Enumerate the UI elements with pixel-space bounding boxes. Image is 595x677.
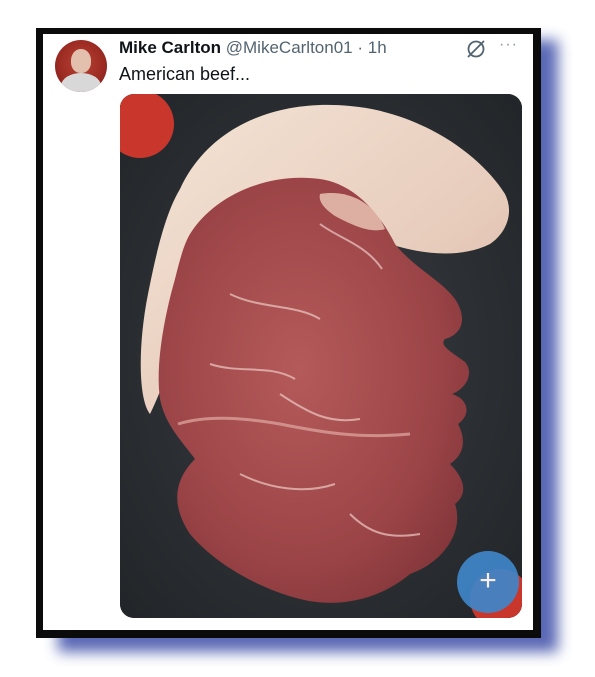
author-handle[interactable]: @MikeCarlton01 <box>226 38 353 57</box>
post-card[interactable]: Mike Carlton @MikeCarlton01 · 1h ··· Ame… <box>43 34 533 630</box>
more-icon[interactable]: ··· <box>499 36 518 54</box>
post-time[interactable]: 1h <box>368 38 387 57</box>
meta-separator: · <box>357 38 364 57</box>
post-header: Mike Carlton @MikeCarlton01 · 1h <box>119 38 387 58</box>
author-name[interactable]: Mike Carlton <box>119 38 221 57</box>
post-text: American beef... <box>119 64 251 84</box>
avatar-body <box>61 73 101 92</box>
avatar-head <box>71 49 91 73</box>
plus-icon: + <box>479 564 497 597</box>
post-image[interactable] <box>120 94 522 618</box>
screenshot-stage: Mike Carlton @MikeCarlton01 · 1h ··· Ame… <box>0 0 595 677</box>
steak-photo <box>120 94 522 618</box>
grok-icon[interactable] <box>465 38 487 60</box>
avatar[interactable] <box>55 40 107 92</box>
compose-post-button[interactable]: + <box>457 551 519 613</box>
